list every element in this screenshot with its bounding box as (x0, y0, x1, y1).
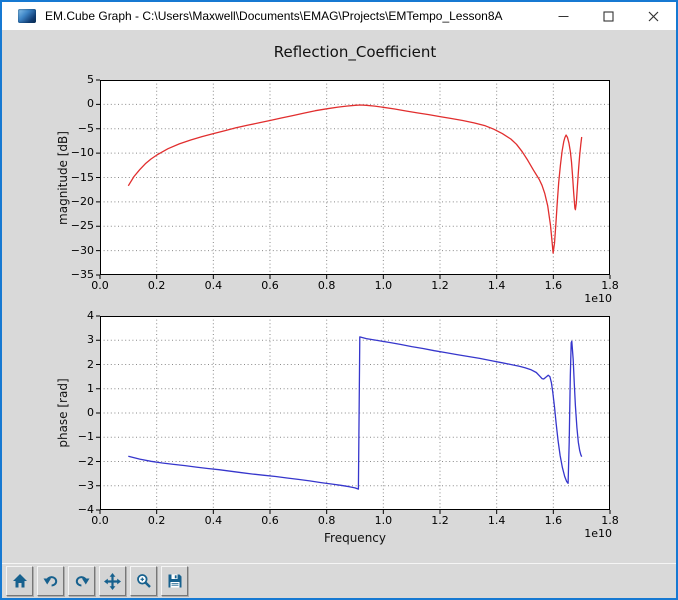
emcube-app-icon (18, 9, 36, 23)
y-tick-label: −2 (77, 454, 94, 468)
save-floppy-icon (168, 574, 181, 588)
plot-toolbar (2, 563, 676, 598)
magnitude-x-offset-label: 1e10 (584, 292, 612, 305)
y-tick-label: −15 (70, 170, 94, 184)
y-tick-label: −35 (70, 268, 94, 281)
y-tick-label: 5 (87, 73, 94, 86)
x-tick-label: 0.8 (317, 514, 336, 527)
y-tick-label: −1 (77, 430, 94, 444)
x-tick-label: 1.8 (601, 514, 619, 527)
x-tick-label: 1.4 (487, 279, 506, 292)
window-title: EM.Cube Graph - C:\Users\Maxwell\Documen… (45, 9, 503, 23)
y-tick-label: −25 (70, 219, 94, 233)
x-tick-label: 1.2 (431, 279, 449, 292)
y-tick-label: −3 (77, 478, 94, 492)
x-tick-label: 1.0 (374, 279, 393, 292)
x-tick-label: 1.0 (374, 514, 393, 527)
close-button[interactable] (631, 2, 676, 30)
x-tick-label: 0.6 (261, 514, 279, 527)
figure-canvas: Reflection_Coefficient magnitude [dB] 1e… (2, 30, 676, 563)
pan-arrows-icon (104, 572, 121, 590)
y-tick-label: −10 (70, 146, 94, 160)
x-tick-label: 1.6 (544, 279, 563, 292)
x-tick-label: 0.2 (147, 514, 166, 527)
x-tick-label: 1.8 (601, 279, 619, 292)
y-tick-label: 0 (87, 97, 94, 111)
phase-x-offset-label: 1e10 (584, 527, 612, 540)
y-tick-label: −30 (70, 243, 94, 257)
zoom-button[interactable] (130, 566, 157, 596)
magnitude-curve (127, 104, 583, 254)
plot-svg (96, 315, 611, 514)
minimize-icon (558, 15, 569, 17)
back-button[interactable] (37, 566, 64, 596)
home-icon (12, 574, 27, 588)
forward-arrow-icon (75, 576, 89, 587)
phase-curve (128, 336, 583, 490)
y-tick-label: −4 (77, 503, 94, 516)
chart-title: Reflection_Coefficient (273, 43, 437, 61)
axes-frame (100, 80, 610, 275)
y-tick-label: 3 (87, 333, 94, 347)
y-tick-label: −20 (70, 194, 94, 208)
window-controls (541, 2, 676, 30)
x-tick-label: 1.4 (487, 514, 506, 527)
plot-svg (96, 79, 611, 279)
home-button[interactable] (6, 566, 33, 596)
maximize-icon (603, 10, 614, 22)
back-arrow-icon (43, 576, 57, 587)
save-button[interactable] (161, 566, 188, 596)
zoom-magnifier-icon (136, 574, 151, 588)
y-tick-label: 2 (87, 357, 94, 371)
y-tick-label: 4 (87, 309, 94, 322)
forward-button[interactable] (68, 566, 95, 596)
x-tick-label: 0.4 (204, 514, 223, 527)
y-tick-label: 0 (87, 406, 94, 419)
maximize-button[interactable] (586, 2, 631, 30)
x-tick-label: 0.8 (317, 279, 336, 292)
minimize-button[interactable] (541, 2, 586, 30)
x-tick-label: 1.6 (544, 514, 563, 527)
close-icon (648, 11, 659, 21)
axes-frame (100, 316, 610, 510)
magnitude-plot-area[interactable]: magnitude [dB] 1e10 0.0 0.2 0.4 0.6 0.8 1.0 1.… (56, 73, 619, 305)
y-tick-label: −5 (77, 121, 94, 135)
x-tick-label: 1.2 (431, 514, 449, 527)
y-tick-label: 1 (87, 381, 94, 395)
pan-button[interactable] (99, 566, 126, 596)
x-tick-label: 0.4 (204, 279, 223, 292)
emcube-graph-window: EM.Cube Graph - C:\Users\Maxwell\Documen… (0, 0, 678, 600)
x-tick-label: 0.6 (261, 279, 279, 292)
x-tick-label: 0.2 (147, 279, 166, 292)
frequency-x-axis-label: Frequency (324, 531, 386, 545)
phase-plot-area[interactable]: phase [rad] Frequency 1e10 0.0 0.2 0.4 0.6 0… (56, 309, 619, 545)
